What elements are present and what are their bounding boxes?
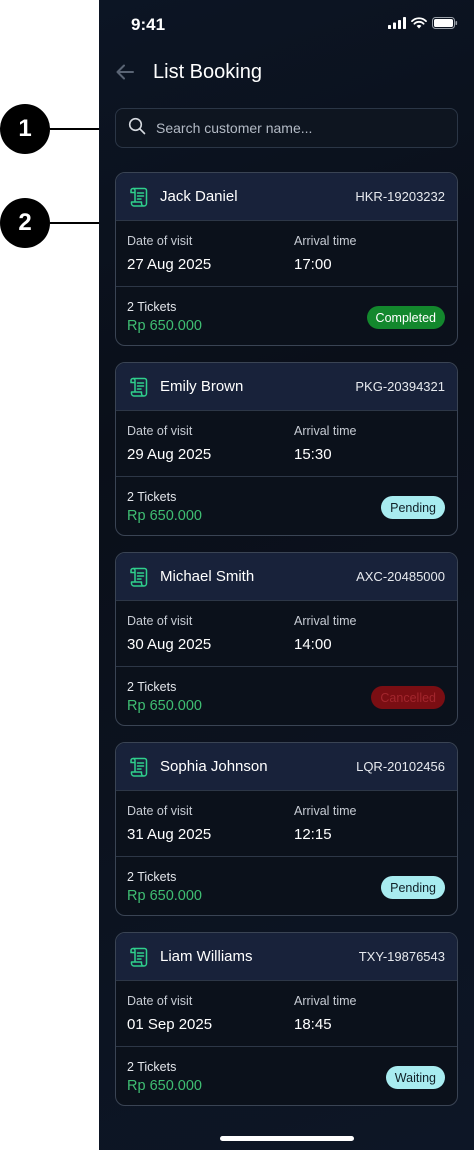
arrival-time: 12:15: [294, 826, 332, 843]
arrival-label: Arrival time: [294, 994, 357, 1008]
arrival-time: 15:30: [294, 446, 332, 463]
arrival-time: 18:45: [294, 1016, 332, 1033]
customer-name: Sophia Johnson: [160, 758, 268, 775]
date-label: Date of visit: [127, 424, 193, 438]
booking-footer: 2 Tickets Rp 650.000 Pending: [116, 857, 457, 915]
booking-card[interactable]: Sophia Johnson LQR-20102456 Date of visi…: [115, 742, 458, 916]
booking-code: LQR-20102456: [356, 759, 445, 774]
visit-date: 01 Sep 2025: [127, 1016, 213, 1033]
annotation-marker-2: 2: [0, 198, 50, 248]
page-title: List Booking: [153, 61, 262, 83]
status-badge: Waiting: [385, 1066, 445, 1089]
app-header: List Booking: [99, 56, 474, 92]
phone-screen: 9:41 List Booking Search customer name..…: [99, 0, 474, 1150]
customer-name: Emily Brown: [160, 378, 244, 395]
status-badge: Pending: [381, 496, 445, 519]
booking-footer: 2 Tickets Rp 650.000 Cancelled: [116, 667, 457, 725]
booking-card[interactable]: Liam Williams TXY-19876543 Date of visit…: [115, 932, 458, 1106]
arrival-label: Arrival time: [294, 234, 357, 248]
booking-price: Rp 650.000: [127, 318, 202, 334]
booking-footer: 2 Tickets Rp 650.000 Completed: [116, 287, 457, 345]
customer-name: Liam Williams: [160, 948, 253, 965]
ticket-count: 2 Tickets: [127, 300, 177, 314]
date-label: Date of visit: [127, 994, 193, 1008]
booking-card-header: Sophia Johnson LQR-20102456: [116, 743, 457, 791]
arrival-label: Arrival time: [294, 424, 357, 438]
ticket-count: 2 Tickets: [127, 490, 177, 504]
booking-code: AXC-20485000: [356, 569, 445, 584]
wifi-icon: [411, 16, 427, 34]
receipt-icon: [130, 187, 148, 207]
booking-card[interactable]: Emily Brown PKG-20394321 Date of visit 2…: [115, 362, 458, 536]
booking-card[interactable]: Jack Daniel HKR-19203232 Date of visit 2…: [115, 172, 458, 346]
booking-card-header: Emily Brown PKG-20394321: [116, 363, 457, 411]
customer-name: Michael Smith: [160, 568, 255, 585]
booking-card[interactable]: Michael Smith AXC-20485000 Date of visit…: [115, 552, 458, 726]
booking-list: Jack Daniel HKR-19203232 Date of visit 2…: [115, 172, 458, 1122]
date-label: Date of visit: [127, 614, 193, 628]
booking-footer: 2 Tickets Rp 650.000 Waiting: [116, 1047, 457, 1105]
visit-details: Date of visit 31 Aug 2025 Arrival time 1…: [116, 791, 457, 857]
booking-card-header: Michael Smith AXC-20485000: [116, 553, 457, 601]
annotation-marker-1: 1: [0, 104, 50, 154]
visit-date: 30 Aug 2025: [127, 636, 212, 653]
arrival-label: Arrival time: [294, 614, 357, 628]
booking-code: TXY-19876543: [358, 949, 445, 964]
status-badge: Pending: [381, 876, 445, 899]
ticket-count: 2 Tickets: [127, 870, 177, 884]
status-icons: [388, 16, 458, 34]
booking-price: Rp 650.000: [127, 698, 202, 714]
visit-date: 31 Aug 2025: [127, 826, 212, 843]
home-indicator[interactable]: [220, 1136, 354, 1141]
receipt-icon: [130, 377, 148, 397]
search-icon: [128, 117, 146, 140]
booking-price: Rp 650.000: [127, 888, 202, 904]
back-button[interactable]: [113, 60, 137, 84]
arrival-time: 14:00: [294, 636, 332, 653]
search-bar[interactable]: [115, 108, 458, 148]
booking-code: PKG-20394321: [355, 379, 445, 394]
customer-name: Jack Daniel: [160, 188, 238, 205]
arrival-time: 17:00: [294, 256, 332, 273]
status-badge: Completed: [366, 306, 445, 329]
date-label: Date of visit: [127, 804, 193, 818]
status-bar: 9:41: [99, 0, 474, 50]
booking-code: HKR-19203232: [355, 189, 445, 204]
visit-details: Date of visit 01 Sep 2025 Arrival time 1…: [116, 981, 457, 1047]
date-label: Date of visit: [127, 234, 193, 248]
visit-details: Date of visit 29 Aug 2025 Arrival time 1…: [116, 411, 457, 477]
receipt-icon: [130, 947, 148, 967]
booking-card-header: Jack Daniel HKR-19203232: [116, 173, 457, 221]
arrow-left-icon: [116, 64, 134, 80]
visit-date: 27 Aug 2025: [127, 256, 212, 273]
receipt-icon: [130, 567, 148, 587]
signal-icon: [388, 16, 406, 34]
arrival-label: Arrival time: [294, 804, 357, 818]
visit-details: Date of visit 27 Aug 2025 Arrival time 1…: [116, 221, 457, 287]
receipt-icon: [130, 757, 148, 777]
status-badge: Cancelled: [371, 686, 445, 709]
battery-icon: [432, 16, 458, 34]
booking-card-header: Liam Williams TXY-19876543: [116, 933, 457, 981]
booking-footer: 2 Tickets Rp 650.000 Pending: [116, 477, 457, 535]
status-time: 9:41: [131, 15, 166, 34]
page: 1 2 9:41 List Booking Search customer na…: [0, 0, 474, 1150]
booking-price: Rp 650.000: [127, 508, 202, 524]
booking-price: Rp 650.000: [127, 1078, 202, 1094]
ticket-count: 2 Tickets: [127, 680, 177, 694]
ticket-count: 2 Tickets: [127, 1060, 177, 1074]
visit-date: 29 Aug 2025: [127, 446, 212, 463]
visit-details: Date of visit 30 Aug 2025 Arrival time 1…: [116, 601, 457, 667]
search-input[interactable]: [156, 120, 436, 136]
